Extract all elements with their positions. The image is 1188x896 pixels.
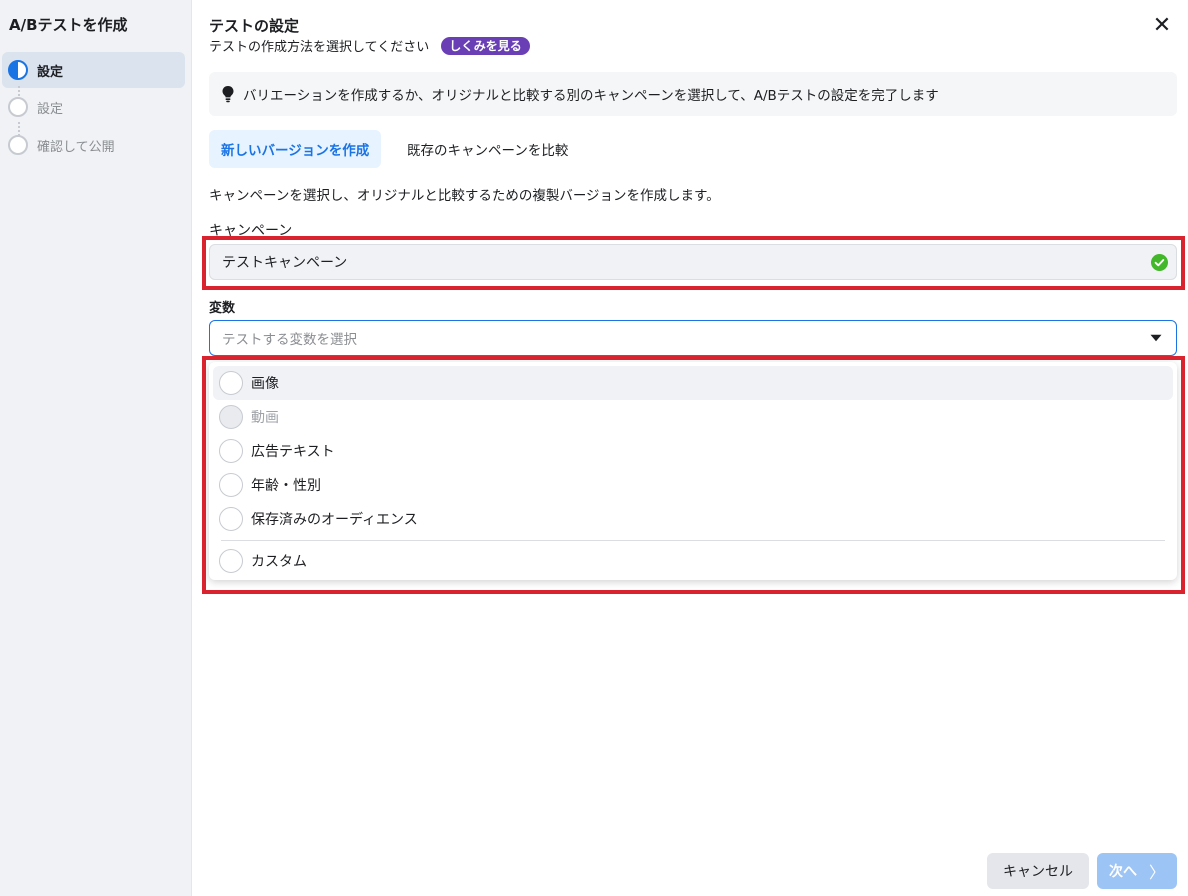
cancel-button[interactable]: キャンセル xyxy=(987,853,1089,889)
campaign-value: テストキャンペーン xyxy=(222,255,348,271)
option-image[interactable]: 画像 xyxy=(213,366,1173,400)
check-circle-icon xyxy=(1151,254,1168,271)
option-label: 画像 xyxy=(251,376,279,392)
sidebar: A/Bテストを作成 設定 設定 確認して公開 xyxy=(0,0,192,896)
close-icon[interactable]: ✕ xyxy=(1150,14,1174,38)
sidebar-title: A/Bテストを作成 xyxy=(9,16,128,34)
tab-create-new-version[interactable]: 新しいバージョンを作成 xyxy=(209,130,382,168)
caret-down-icon xyxy=(1150,334,1162,342)
radio-button xyxy=(219,405,243,429)
tab-compare-existing[interactable]: 既存のキャンペーンを比較 xyxy=(395,130,580,168)
radio-button[interactable] xyxy=(219,549,243,573)
step-settings[interactable]: 設定 xyxy=(0,89,185,125)
ab-test-dialog: A/Bテストを作成 設定 設定 確認して公開 テストの設定 テストの作成方法を選… xyxy=(0,0,1188,896)
step-label: 確認して公開 xyxy=(37,139,115,155)
radio-button[interactable] xyxy=(219,507,243,531)
how-it-works-badge[interactable]: しくみを見る xyxy=(441,36,530,55)
option-custom[interactable]: カスタム xyxy=(213,544,1173,578)
next-button[interactable]: 次へ 〉 xyxy=(1097,853,1177,889)
tab-description: キャンペーンを選択し、オリジナルと比較するための複製バージョンを作成します。 xyxy=(209,188,720,204)
page-subtitle: テストの作成方法を選択してください しくみを見る xyxy=(209,36,530,55)
info-text: バリエーションを作成するか、オリジナルと比較する別のキャンペーンを選択して、A/… xyxy=(243,88,939,104)
next-label: 次へ xyxy=(1108,864,1137,880)
campaign-label: キャンペーン xyxy=(209,223,293,239)
step-settings-active[interactable]: 設定 xyxy=(2,52,185,88)
lightbulb-icon xyxy=(222,86,234,103)
step-label: 設定 xyxy=(37,101,64,117)
campaign-field[interactable]: テストキャンペーン xyxy=(209,244,1177,280)
step-circle-icon xyxy=(8,97,28,117)
variable-label: 変数 xyxy=(209,301,236,316)
option-label: 保存済みのオーディエンス xyxy=(251,512,418,528)
option-label: 年齢・性別 xyxy=(251,478,321,494)
radio-button[interactable] xyxy=(219,439,243,463)
variable-placeholder: テストする変数を選択 xyxy=(222,332,357,348)
option-ad-text[interactable]: 広告テキスト xyxy=(213,434,1173,468)
variable-dropdown: 画像 動画 広告テキスト 年齢・性別 保存済みのオーディエンス カスタム xyxy=(209,362,1177,580)
option-video: 動画 xyxy=(213,400,1173,434)
step-circle-icon xyxy=(8,135,28,155)
progress-half-icon xyxy=(8,60,28,80)
radio-button[interactable] xyxy=(219,371,243,395)
main-panel: テストの設定 テストの作成方法を選択してください しくみを見る ✕ バリエーショ… xyxy=(193,0,1188,896)
page-title: テストの設定 xyxy=(209,17,300,35)
divider xyxy=(221,540,1165,541)
subtitle-text: テストの作成方法を選択してください xyxy=(209,40,430,55)
option-label: カスタム xyxy=(251,554,307,570)
chevron-right-icon: 〉 xyxy=(1148,863,1165,882)
option-age-gender[interactable]: 年齢・性別 xyxy=(213,468,1173,502)
option-label: 広告テキスト xyxy=(251,444,335,460)
variable-select[interactable]: テストする変数を選択 xyxy=(209,320,1177,356)
radio-button[interactable] xyxy=(219,473,243,497)
info-banner: バリエーションを作成するか、オリジナルと比較する別のキャンペーンを選択して、A/… xyxy=(209,72,1177,116)
step-review-publish[interactable]: 確認して公開 xyxy=(0,127,185,163)
option-label: 動画 xyxy=(251,410,279,426)
step-label: 設定 xyxy=(37,64,64,80)
option-saved-audience[interactable]: 保存済みのオーディエンス xyxy=(213,502,1173,536)
